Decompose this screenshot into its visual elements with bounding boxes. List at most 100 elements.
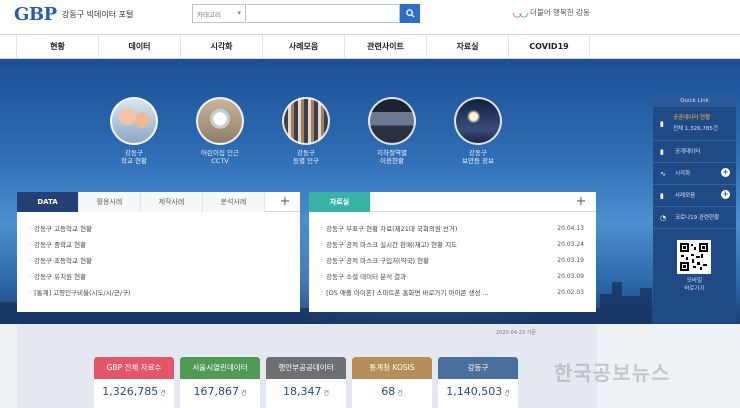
stat-card-kosis[interactable]: 통계청 KOSIS 68 건 [352, 357, 432, 408]
stat-card-unit: 건 [504, 390, 510, 397]
tab-archive[interactable]: 자료실 [309, 192, 371, 212]
topic-school-status[interactable]: 강동구 학교 현황 [94, 97, 174, 165]
nav-item-status[interactable]: 현황 [16, 35, 98, 58]
topic-subway-usage[interactable]: 지하철역별 이용현황 [352, 97, 432, 165]
stat-card-value: 18,347 [282, 385, 322, 398]
topic-label-line1: 강동구 [125, 149, 143, 157]
main-nav: 현황 데이터 시각화 사례모음 관련사이트 자료실 COVID19 [0, 34, 740, 59]
gangdong-brand[interactable]: ◡◡ 더불어 행복한 강동 [513, 6, 590, 19]
bullet-icon: · [29, 272, 32, 280]
search-icon [405, 9, 415, 18]
quick-highlight-count: 전체 1,326,785건 [673, 126, 718, 132]
list-item[interactable]: · 강동구 유치원 현황 [29, 268, 288, 284]
quick-item-label: 코로나19 관련현황 [675, 215, 720, 221]
updated-date: 2020-04-23 기준 [496, 330, 536, 336]
stat-card-label: 통계청 KOSIS [352, 357, 432, 379]
stat-card-label: 강동구 [438, 357, 518, 379]
archive-panel: 자료실 + · 강동구 부표구 현황 자료(제21대 국회의원 선거) 20.04.… [309, 192, 596, 312]
data-list: · 강동구 고등학교 현황 · 강동구 중학교 현황 · 강동구 초등학교 현황 · 강… [17, 212, 300, 300]
list-item-date: 20.03.19 [557, 256, 584, 264]
list-item-title: 강동구 초등학교 현황 [34, 257, 93, 265]
bullet-icon: · [29, 288, 32, 296]
search-input[interactable] [247, 4, 400, 23]
topic-label-line1: 어린이집 인근 [201, 149, 239, 157]
stat-card-unit: 건 [160, 390, 166, 397]
tab-production-cases[interactable]: 제작사례 [141, 192, 203, 212]
tab-analysis-cases[interactable]: 분석사례 [203, 192, 265, 212]
news-watermark: 한국공보뉴스 [554, 361, 671, 385]
list-item[interactable]: · [OS 애플 아이폰] 스마트폰 홈화면 바로가기 아이콘 생성 ... 20.… [321, 284, 584, 300]
nav-item-visualization[interactable]: 시각화 [180, 35, 262, 58]
stat-card-label: 행안부공공데이터 [266, 357, 346, 379]
quick-menu-title: Quick Link [653, 95, 736, 107]
site-logo[interactable]: GBP [14, 4, 57, 25]
topic-label-line2: CCTV [211, 157, 229, 165]
bar-chart-icon: ▮ [660, 148, 664, 156]
list-item[interactable]: · 강동구 부표구 현황 자료(제21대 국회의원 선거) 20.04.13 [321, 220, 584, 236]
topic-label-line2: 이용현황 [380, 157, 404, 165]
archive-list: · 강동구 부표구 현황 자료(제21대 국회의원 선거) 20.04.13 · 강동… [309, 212, 596, 300]
nav-item-related-sites[interactable]: 관련사이트 [344, 35, 426, 58]
list-item-date: 20.02.03 [557, 288, 584, 296]
quick-item-visualization[interactable]: ∿ 시각화 + [653, 163, 736, 185]
qr-label-line2: 바로가기 [684, 286, 705, 292]
topic-population-by-dong[interactable]: 강동구 동별 인구 [266, 97, 346, 165]
stat-card-gbp-total[interactable]: GBP 전체 자료수 1,326,785 건 [94, 357, 174, 408]
archive-panel-tabs: 자료실 + [309, 192, 596, 212]
tab-usage-cases[interactable]: 활용사례 [79, 192, 141, 212]
list-item-title: 강동구 중학교 현황 [34, 241, 87, 249]
topic-label-line1: 강동구 [469, 149, 487, 157]
portal-name[interactable]: 강동구 빅데이터 포털 [62, 9, 133, 20]
list-item[interactable]: · 강동구 고등학교 현황 [29, 220, 288, 236]
stat-card-label: GBP 전체 자료수 [94, 357, 174, 379]
quick-item-open-data[interactable]: ▮ 공개데이터 [653, 141, 736, 163]
list-item[interactable]: · 강동구 중학교 현황 [29, 236, 288, 252]
nav-item-archive[interactable]: 자료실 [426, 35, 508, 58]
bar-chart-icon: ▮ [660, 192, 664, 200]
qr-code-icon[interactable] [677, 240, 711, 274]
list-item[interactable]: · 강동구 공적 마스크 실시간 판매(재고) 현황 지도 20.03.24 [321, 236, 584, 252]
stat-card-seoul-open-data[interactable]: 서울시열린데이터 167,867 건 [180, 357, 260, 408]
bullet-icon: · [321, 272, 324, 280]
plus-icon: + [721, 190, 730, 199]
quick-item-label: 공개데이터 [675, 149, 701, 155]
stat-card-value: 1,140,503 [446, 385, 503, 398]
stat-card-unit: 건 [323, 390, 330, 397]
tab-data[interactable]: DATA [17, 192, 79, 212]
nav-item-cases[interactable]: 사례모음 [262, 35, 344, 58]
pie-chart-icon: ◔ [660, 214, 667, 222]
qr-label-line1: 모바일 [686, 278, 703, 284]
qr-label: 모바일 바로가기 [653, 277, 736, 293]
topic-label-line1: 강동구 [297, 149, 315, 157]
list-item[interactable]: · [통계] 고령인구비율(시도/시/군/구) [29, 284, 288, 300]
list-item-title: 강동구 고등학교 현황 [34, 225, 93, 233]
topic-security-lights[interactable]: 강동구 보안등 정보 [438, 97, 518, 165]
brand-slogan: 더불어 행복한 강동 [529, 8, 590, 17]
quick-item-cases[interactable]: ▮ 사례모음 + [653, 185, 736, 207]
stat-card-mois-public-data[interactable]: 행안부공공데이터 18,347 건 [266, 357, 346, 408]
topic-daycare-cctv[interactable]: 어린이집 인근 CCTV [180, 97, 260, 165]
street-light-icon [454, 97, 502, 145]
list-item[interactable]: · 강동구 소셜 데이터 분석 결과 20.03.09 [321, 268, 584, 284]
search-button[interactable] [400, 4, 420, 23]
nav-item-covid19[interactable]: COVID19 [508, 35, 590, 58]
nav-item-data[interactable]: 데이터 [98, 35, 180, 58]
quick-menu: Quick Link ▮ 공공데이터 현황 전체 1,326,785건 ▮ 공개… [653, 95, 736, 323]
topic-label-line1: 지하철역별 [377, 149, 407, 157]
list-item-date: 20.04.13 [557, 224, 584, 232]
data-more-button[interactable]: + [270, 192, 300, 211]
list-item[interactable]: · 강동구 공적 마스크 구입처(약국) 현황 20.03.19 [321, 252, 584, 268]
quick-item-covid[interactable]: ◔ 코로나19 관련현황 [653, 207, 736, 229]
search-category-select[interactable]: 카테고리 [192, 4, 246, 23]
stat-card-gangdong[interactable]: 강동구 1,140,503 건 [438, 357, 518, 408]
quick-public-data-status[interactable]: ▮ 공공데이터 현황 전체 1,326,785건 [653, 107, 736, 141]
quick-item-label: 시각화 [675, 171, 691, 177]
crowd-photo-icon [282, 97, 330, 145]
list-item[interactable]: · 강동구 초등학교 현황 [29, 252, 288, 268]
quick-item-label: 사례모음 [675, 193, 696, 199]
archive-more-button[interactable]: + [566, 192, 596, 211]
list-item-title: 강동구 부표구 현황 자료(제21대 국회의원 선거) [326, 225, 458, 233]
qr-code-graphic [679, 242, 709, 272]
children-photo-icon [110, 97, 158, 145]
quick-highlight-title: 공공데이터 현황 [673, 115, 711, 121]
